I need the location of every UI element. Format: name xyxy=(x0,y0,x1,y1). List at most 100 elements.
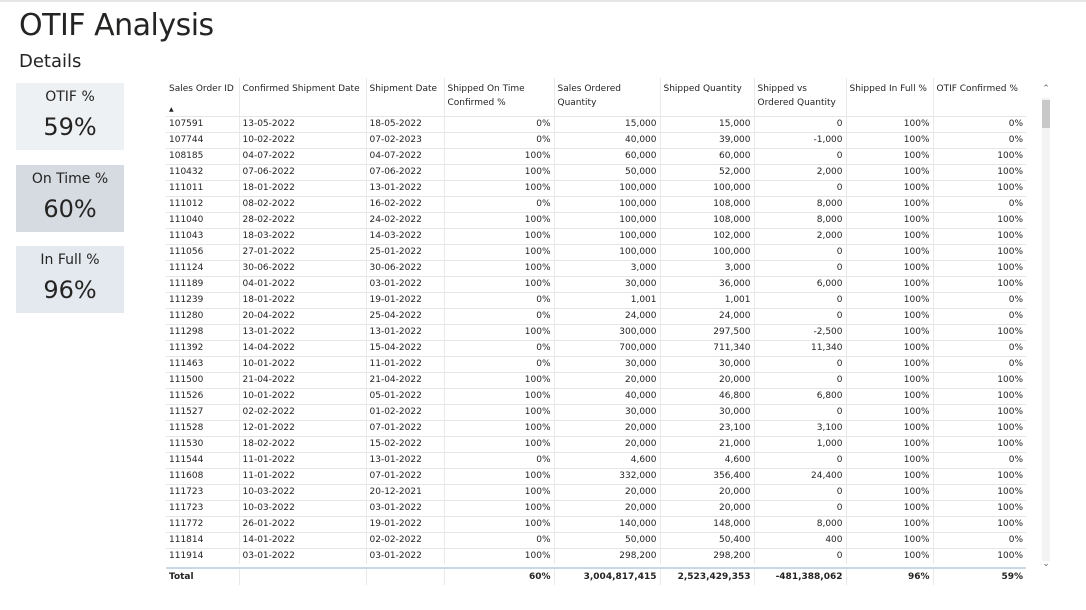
table-row[interactable]: 111043 18-03-2022 14-03-2022 100% 100,000 102… xyxy=(166,228,1026,245)
table-row[interactable]: 111056 27-01-2022 25-01-2022 100% 100,000 100… xyxy=(166,244,1026,261)
shipped-qty-cell: 46,800 xyxy=(659,388,754,405)
shipment-date-cell: 14-03-2022 xyxy=(365,228,444,245)
shipped-qty-cell: 20,000 xyxy=(659,372,754,389)
shipment-date-cell: 03-01-2022 xyxy=(365,500,444,517)
table-row[interactable]: 111723 10-03-2022 03-01-2022 100% 20,000 20,0… xyxy=(166,500,1026,517)
column-header-shipped-quantity[interactable]: Shipped Quantity xyxy=(659,78,754,117)
table-row[interactable]: 111239 18-01-2022 19-01-2022 0% 1,001 1,001 0 1… xyxy=(166,292,1026,309)
on-time-cell: 0% xyxy=(443,116,554,133)
table-row[interactable]: 111527 02-02-2022 01-02-2022 100% 30,000 30,0… xyxy=(166,404,1026,421)
column-header-shipment-date[interactable]: Shipment Date xyxy=(365,78,444,117)
table-row[interactable]: 111124 30-06-2022 30-06-2022 100% 3,000 3,000… xyxy=(166,260,1026,277)
table-row[interactable]: 111608 11-01-2022 07-01-2022 100% 332,000 356… xyxy=(166,468,1026,485)
sales-order-id-cell: 111914 xyxy=(166,548,239,564)
table-row[interactable]: 107744 10-02-2022 07-02-2023 0% 40,000 39,000… xyxy=(166,132,1026,149)
table-row[interactable]: 107591 13-05-2022 18-05-2022 0% 15,000 15,000… xyxy=(166,116,1026,133)
table-row[interactable]: 111392 14-04-2022 15-04-2022 0% 700,000 711,3… xyxy=(166,340,1026,357)
table-row[interactable]: 111914 03-01-2022 03-01-2022 100% 298,200 298… xyxy=(166,548,1026,564)
in-full-cell: 100% xyxy=(845,132,933,149)
table-row[interactable]: 111544 11-01-2022 13-01-2022 0% 4,600 4,600 0 1… xyxy=(166,452,1026,469)
shipped-qty-cell: 52,000 xyxy=(659,164,754,181)
confirmed-date-cell: 10-01-2022 xyxy=(238,388,366,405)
table-row[interactable]: 111526 10-01-2022 05-01-2022 100% 40,000 46,8… xyxy=(166,388,1026,405)
confirmed-date-cell: 18-01-2022 xyxy=(238,180,366,197)
shipment-date-cell: 25-01-2022 xyxy=(365,244,444,261)
table-row[interactable]: 111463 10-01-2022 11-01-2022 0% 30,000 30,000… xyxy=(166,356,1026,373)
chevron-up-icon[interactable]: ⌃ xyxy=(1041,83,1051,95)
table-row[interactable]: 111530 18-02-2022 15-02-2022 100% 20,000 21,0… xyxy=(166,436,1026,453)
column-header-otif-confirmed[interactable]: OTIF Confirmed % xyxy=(932,78,1026,117)
ordered-qty-cell: 332,000 xyxy=(553,468,660,485)
scrollbar-thumb[interactable] xyxy=(1042,100,1050,128)
on-time-card[interactable]: On Time % 60% xyxy=(16,165,124,232)
vertical-scrollbar[interactable] xyxy=(1042,98,1050,561)
confirmed-date-cell: 12-01-2022 xyxy=(238,420,366,437)
chevron-down-icon[interactable]: ⌄ xyxy=(1041,558,1051,570)
table-row[interactable]: 111040 28-02-2022 24-02-2022 100% 100,000 108… xyxy=(166,212,1026,229)
total-in-full: 96% xyxy=(845,569,933,585)
table-row[interactable]: 111528 12-01-2022 07-01-2022 100% 20,000 23,1… xyxy=(166,420,1026,437)
otif-cell: 100% xyxy=(932,276,1026,293)
diff-qty-cell: 2,000 xyxy=(753,164,846,181)
otif-cell: 0% xyxy=(932,452,1026,469)
shipment-date-cell: 20-12-2021 xyxy=(365,484,444,501)
column-header-shipped-on-time-confirmed[interactable]: Shipped On Time Confirmed % xyxy=(443,78,554,117)
column-header-shipped-vs-ordered[interactable]: Shipped vs Ordered Quantity xyxy=(753,78,846,117)
diff-qty-cell: 0 xyxy=(753,452,846,469)
shipped-qty-cell: 108,000 xyxy=(659,212,754,229)
table-row[interactable]: 111723 10-03-2022 20-12-2021 100% 20,000 20,0… xyxy=(166,484,1026,501)
sort-ascending-icon[interactable]: ▲ xyxy=(169,103,174,117)
diff-qty-cell: 400 xyxy=(753,532,846,549)
on-time-cell: 0% xyxy=(443,356,554,373)
in-full-cell: 100% xyxy=(845,356,933,373)
shipment-date-cell: 03-01-2022 xyxy=(365,548,444,564)
table-row[interactable]: 108185 04-07-2022 04-07-2022 100% 60,000 60,0… xyxy=(166,148,1026,165)
in-full-cell: 100% xyxy=(845,484,933,501)
shipped-qty-cell: 711,340 xyxy=(659,340,754,357)
otif-cell: 100% xyxy=(932,436,1026,453)
diff-qty-cell: 0 xyxy=(753,500,846,517)
shipped-qty-cell: 4,600 xyxy=(659,452,754,469)
shipped-qty-cell: 102,000 xyxy=(659,228,754,245)
ordered-qty-cell: 100,000 xyxy=(553,228,660,245)
otif-cell: 0% xyxy=(932,308,1026,325)
details-table[interactable]: Sales Order ID ▲ Confirmed Shipment Date … xyxy=(166,78,1026,588)
shipment-date-cell: 16-02-2022 xyxy=(365,196,444,213)
otif-cell: 0% xyxy=(932,292,1026,309)
table-row[interactable]: 111298 13-01-2022 13-01-2022 100% 300,000 297… xyxy=(166,324,1026,341)
ordered-qty-cell: 40,000 xyxy=(553,132,660,149)
in-full-cell: 100% xyxy=(845,516,933,533)
otif-cell: 100% xyxy=(932,244,1026,261)
table-row[interactable]: 111772 26-01-2022 19-01-2022 100% 140,000 148… xyxy=(166,516,1026,533)
column-header-shipped-in-full[interactable]: Shipped In Full % xyxy=(845,78,933,117)
diff-qty-cell: 24,400 xyxy=(753,468,846,485)
column-header-sales-order-id[interactable]: Sales Order ID ▲ xyxy=(166,78,239,117)
total-shipped-quantity: 2,523,429,353 xyxy=(659,569,754,585)
table-row[interactable]: 111280 20-04-2022 25-04-2022 0% 24,000 24,000… xyxy=(166,308,1026,325)
shipped-qty-cell: 24,000 xyxy=(659,308,754,325)
table-row[interactable]: 110432 07-06-2022 07-06-2022 100% 50,000 52,0… xyxy=(166,164,1026,181)
table-row[interactable]: 111011 18-01-2022 13-01-2022 100% 100,000 100… xyxy=(166,180,1026,197)
diff-qty-cell: 0 xyxy=(753,484,846,501)
total-otif: 59% xyxy=(932,569,1026,585)
table-row[interactable]: 111012 08-02-2022 16-02-2022 0% 100,000 108,0… xyxy=(166,196,1026,213)
shipment-date-cell: 07-02-2023 xyxy=(365,132,444,149)
diff-qty-cell: 0 xyxy=(753,148,846,165)
otif-cell: 0% xyxy=(932,196,1026,213)
on-time-cell: 100% xyxy=(443,164,554,181)
on-time-card-label: On Time % xyxy=(31,171,109,187)
in-full-card[interactable]: In Full % 96% xyxy=(16,246,124,313)
in-full-cell: 100% xyxy=(845,324,933,341)
diff-qty-cell: 8,000 xyxy=(753,516,846,533)
diff-qty-cell: 6,000 xyxy=(753,276,846,293)
table-row[interactable]: 111500 21-04-2022 21-04-2022 100% 20,000 20,0… xyxy=(166,372,1026,389)
column-header-sales-ordered-quantity[interactable]: Sales Ordered Quantity xyxy=(553,78,660,117)
shipped-qty-cell: 148,000 xyxy=(659,516,754,533)
column-header-confirmed-shipment-date[interactable]: Confirmed Shipment Date xyxy=(238,78,366,117)
diff-qty-cell: 0 xyxy=(753,548,846,564)
table-row[interactable]: 111189 04-01-2022 03-01-2022 100% 30,000 36,0… xyxy=(166,276,1026,293)
sales-order-id-cell: 111530 xyxy=(166,436,239,453)
table-row[interactable]: 111814 14-01-2022 02-02-2022 0% 50,000 50,400… xyxy=(166,532,1026,549)
on-time-cell: 100% xyxy=(443,324,554,341)
otif-card[interactable]: OTIF % 59% xyxy=(16,83,124,150)
